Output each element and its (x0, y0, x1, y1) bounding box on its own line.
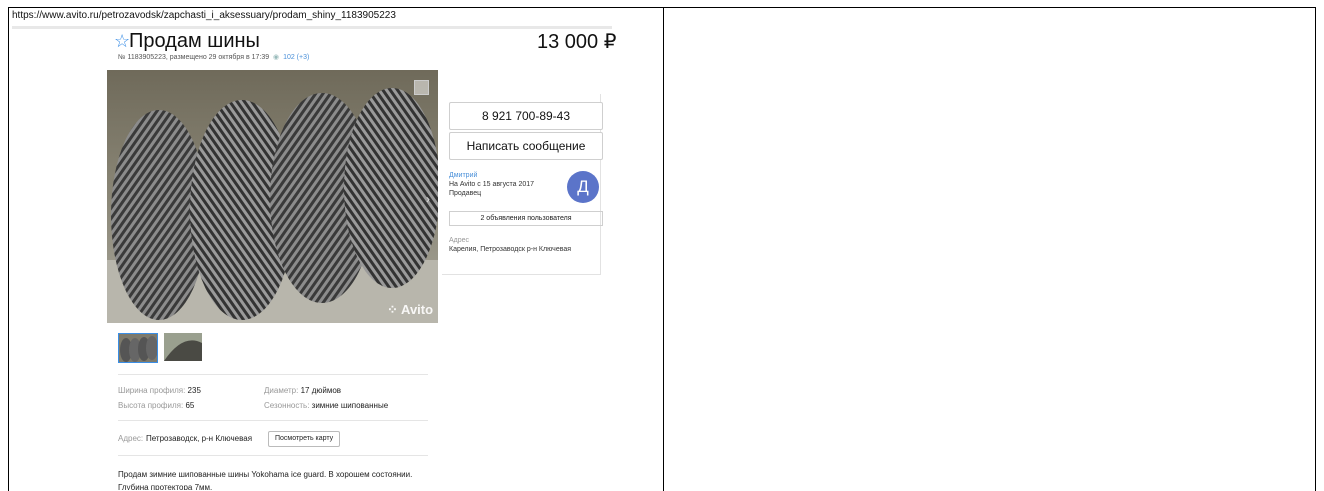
prop-label: Высота профиля: (118, 401, 184, 410)
expand-icon[interactable] (414, 80, 429, 95)
page-url: https://www.avito.ru/petrozavodsk/zapcha… (12, 10, 396, 21)
sidebar-address: Карелия, Петрозаводск р-н Ключевая (449, 246, 572, 253)
photo-thumbnail-2[interactable] (164, 333, 202, 361)
column-divider (663, 7, 664, 491)
prop-label: Ширина профиля: (118, 386, 186, 395)
ad-description: Продам зимние шипованные шины Yokohama i… (118, 468, 448, 490)
prop-value: 65 (185, 401, 195, 410)
views-count: 102 (+3) (283, 54, 310, 61)
prop-value: зимние шипованные (311, 401, 389, 410)
prop-value: 235 (187, 386, 201, 395)
ad-price: 13 000 ₽ (537, 31, 617, 53)
photo-thumbnail-1[interactable] (118, 333, 158, 363)
eye-icon: ◉ (271, 54, 282, 61)
props-separator-bottom (118, 420, 428, 421)
seller-name-link[interactable]: Дмитрий (449, 172, 477, 179)
props-separator-top (118, 374, 428, 375)
seller-role: Продавец (449, 190, 482, 197)
avito-dots-icon: ⁘ (387, 302, 398, 317)
top-separator (12, 26, 612, 29)
description-line: Продам зимние шипованные шины Yokohama i… (118, 470, 413, 479)
phone-button[interactable]: 8 921 700-89-43 (449, 102, 603, 130)
address-label: Адрес: (118, 434, 144, 443)
ad-meta-text: № 1183905223, размещено 29 октября в 17:… (118, 54, 270, 61)
ad-title: Продам шины (129, 30, 260, 52)
prop-value: 17 дюймов (300, 386, 342, 395)
avatar[interactable]: Д (567, 171, 599, 203)
watermark-avito: ⁘ Avito (387, 302, 433, 318)
ad-page: ☆ Продам шины 13 000 ₽ № 1183905223, раз… (12, 22, 660, 490)
send-message-button[interactable]: Написать сообщение (449, 132, 603, 160)
prop-diameter: Диаметр: 17 дюймов (264, 386, 341, 395)
user-ads-button[interactable]: 2 объявления пользователя (449, 211, 603, 226)
main-photo[interactable] (107, 70, 438, 323)
prop-label: Сезонность: (264, 401, 310, 410)
prop-label: Диаметр: (264, 386, 299, 395)
show-map-button[interactable]: Посмотреть карту (268, 431, 341, 447)
ad-meta: № 1183905223, размещено 29 октября в 17:… (118, 53, 309, 61)
sidebar-address-label: Адрес (449, 237, 470, 244)
prop-profile-height: Высота профиля: 65 (118, 401, 194, 410)
favorite-star-icon[interactable]: ☆ (114, 31, 130, 51)
description-line: Глубина протектора 7мм. (118, 483, 213, 490)
seller-since: На Avito с 15 августа 2017 (449, 181, 535, 188)
watermark-text: Avito (401, 302, 434, 317)
prop-season: Сезонность: зимние шипованные (264, 401, 388, 410)
address-value: Петрозаводск, р-н Ключевая (146, 434, 253, 443)
prop-profile-width: Ширина профиля: 235 (118, 386, 201, 395)
next-photo-icon[interactable]: › (426, 192, 430, 206)
address-separator (118, 455, 428, 456)
